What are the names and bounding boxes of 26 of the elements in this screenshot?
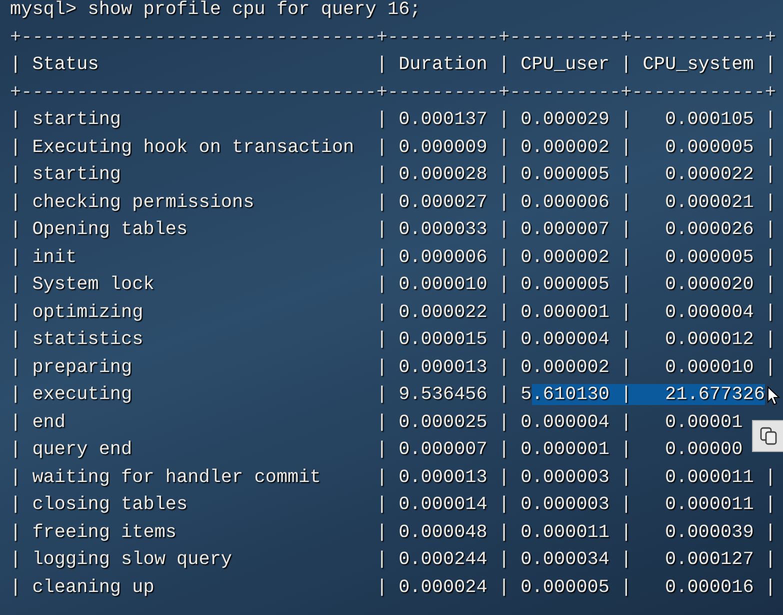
table-row: | executing | 9.536456 | 5 <box>10 384 532 405</box>
table-row-text: | query end | 0.000007 | 0.000001 | 0.00000 <box>10 438 743 462</box>
mouse-cursor-icon <box>767 386 780 406</box>
table-border-line: +--------------------------------+----------+----------+------------+ <box>10 26 776 50</box>
table-row-text: | starting | 0.000028 | 0.000005 | 0.000022 | <box>10 163 776 187</box>
table-header-row-text: | Status | Duration | CPU_user | CPU_system | <box>10 53 776 77</box>
table-row-text: | init | 0.000006 | 0.000002 | 0.000005 | <box>10 246 776 270</box>
table-row-text: | logging slow query | 0.000244 | 0.000034 | 0.000127 | <box>10 548 776 572</box>
selected-text: .610130 | 21.677326 <box>532 384 765 405</box>
table-row-text: | waiting for handler commit | 0.000013 | 0.000003 | 0.000011 | <box>10 466 776 490</box>
table-row-text: | preparing | 0.000013 | 0.000002 | 0.000010 | <box>10 356 776 380</box>
table-row-text: | checking permissions | 0.000027 | 0.000006 | 0.000021 | <box>10 190 776 214</box>
table-row-text: | Opening tables | 0.000033 | 0.000007 | 0.000026 | <box>10 218 776 242</box>
table-row-text: | freeing items | 0.000048 | 0.000011 | 0.000039 | <box>10 520 776 544</box>
table-row-text: | starting | 0.000137 | 0.000029 | 0.000105 | <box>10 108 776 132</box>
table-row-text: | System lock | 0.000010 | 0.000005 | 0.000020 | <box>10 273 776 297</box>
table-row-text: | Executing hook on transaction | 0.000009 | 0.000002 | 0.000005 | <box>10 136 776 160</box>
table-row-text: | closing tables | 0.000014 | 0.000003 | 0.000011 | <box>10 493 776 517</box>
command-line: mysql> show profile cpu for query 16; <box>10 0 421 22</box>
table-row-text: | statistics | 0.000015 | 0.000004 | 0.000012 | <box>10 328 776 352</box>
table-row-text: | cleaning up | 0.000024 | 0.000005 | 0.000016 | <box>10 576 776 600</box>
copy-button[interactable] <box>752 420 783 452</box>
table-row-text: | end | 0.000025 | 0.000004 | 0.00001 <box>10 410 743 434</box>
table-border-line: +--------------------------------+----------+----------+------------+ <box>10 80 776 104</box>
table-row-text: | optimizing | 0.000022 | 0.000001 | 0.000004 | <box>10 300 776 324</box>
copy-icon <box>759 426 779 446</box>
